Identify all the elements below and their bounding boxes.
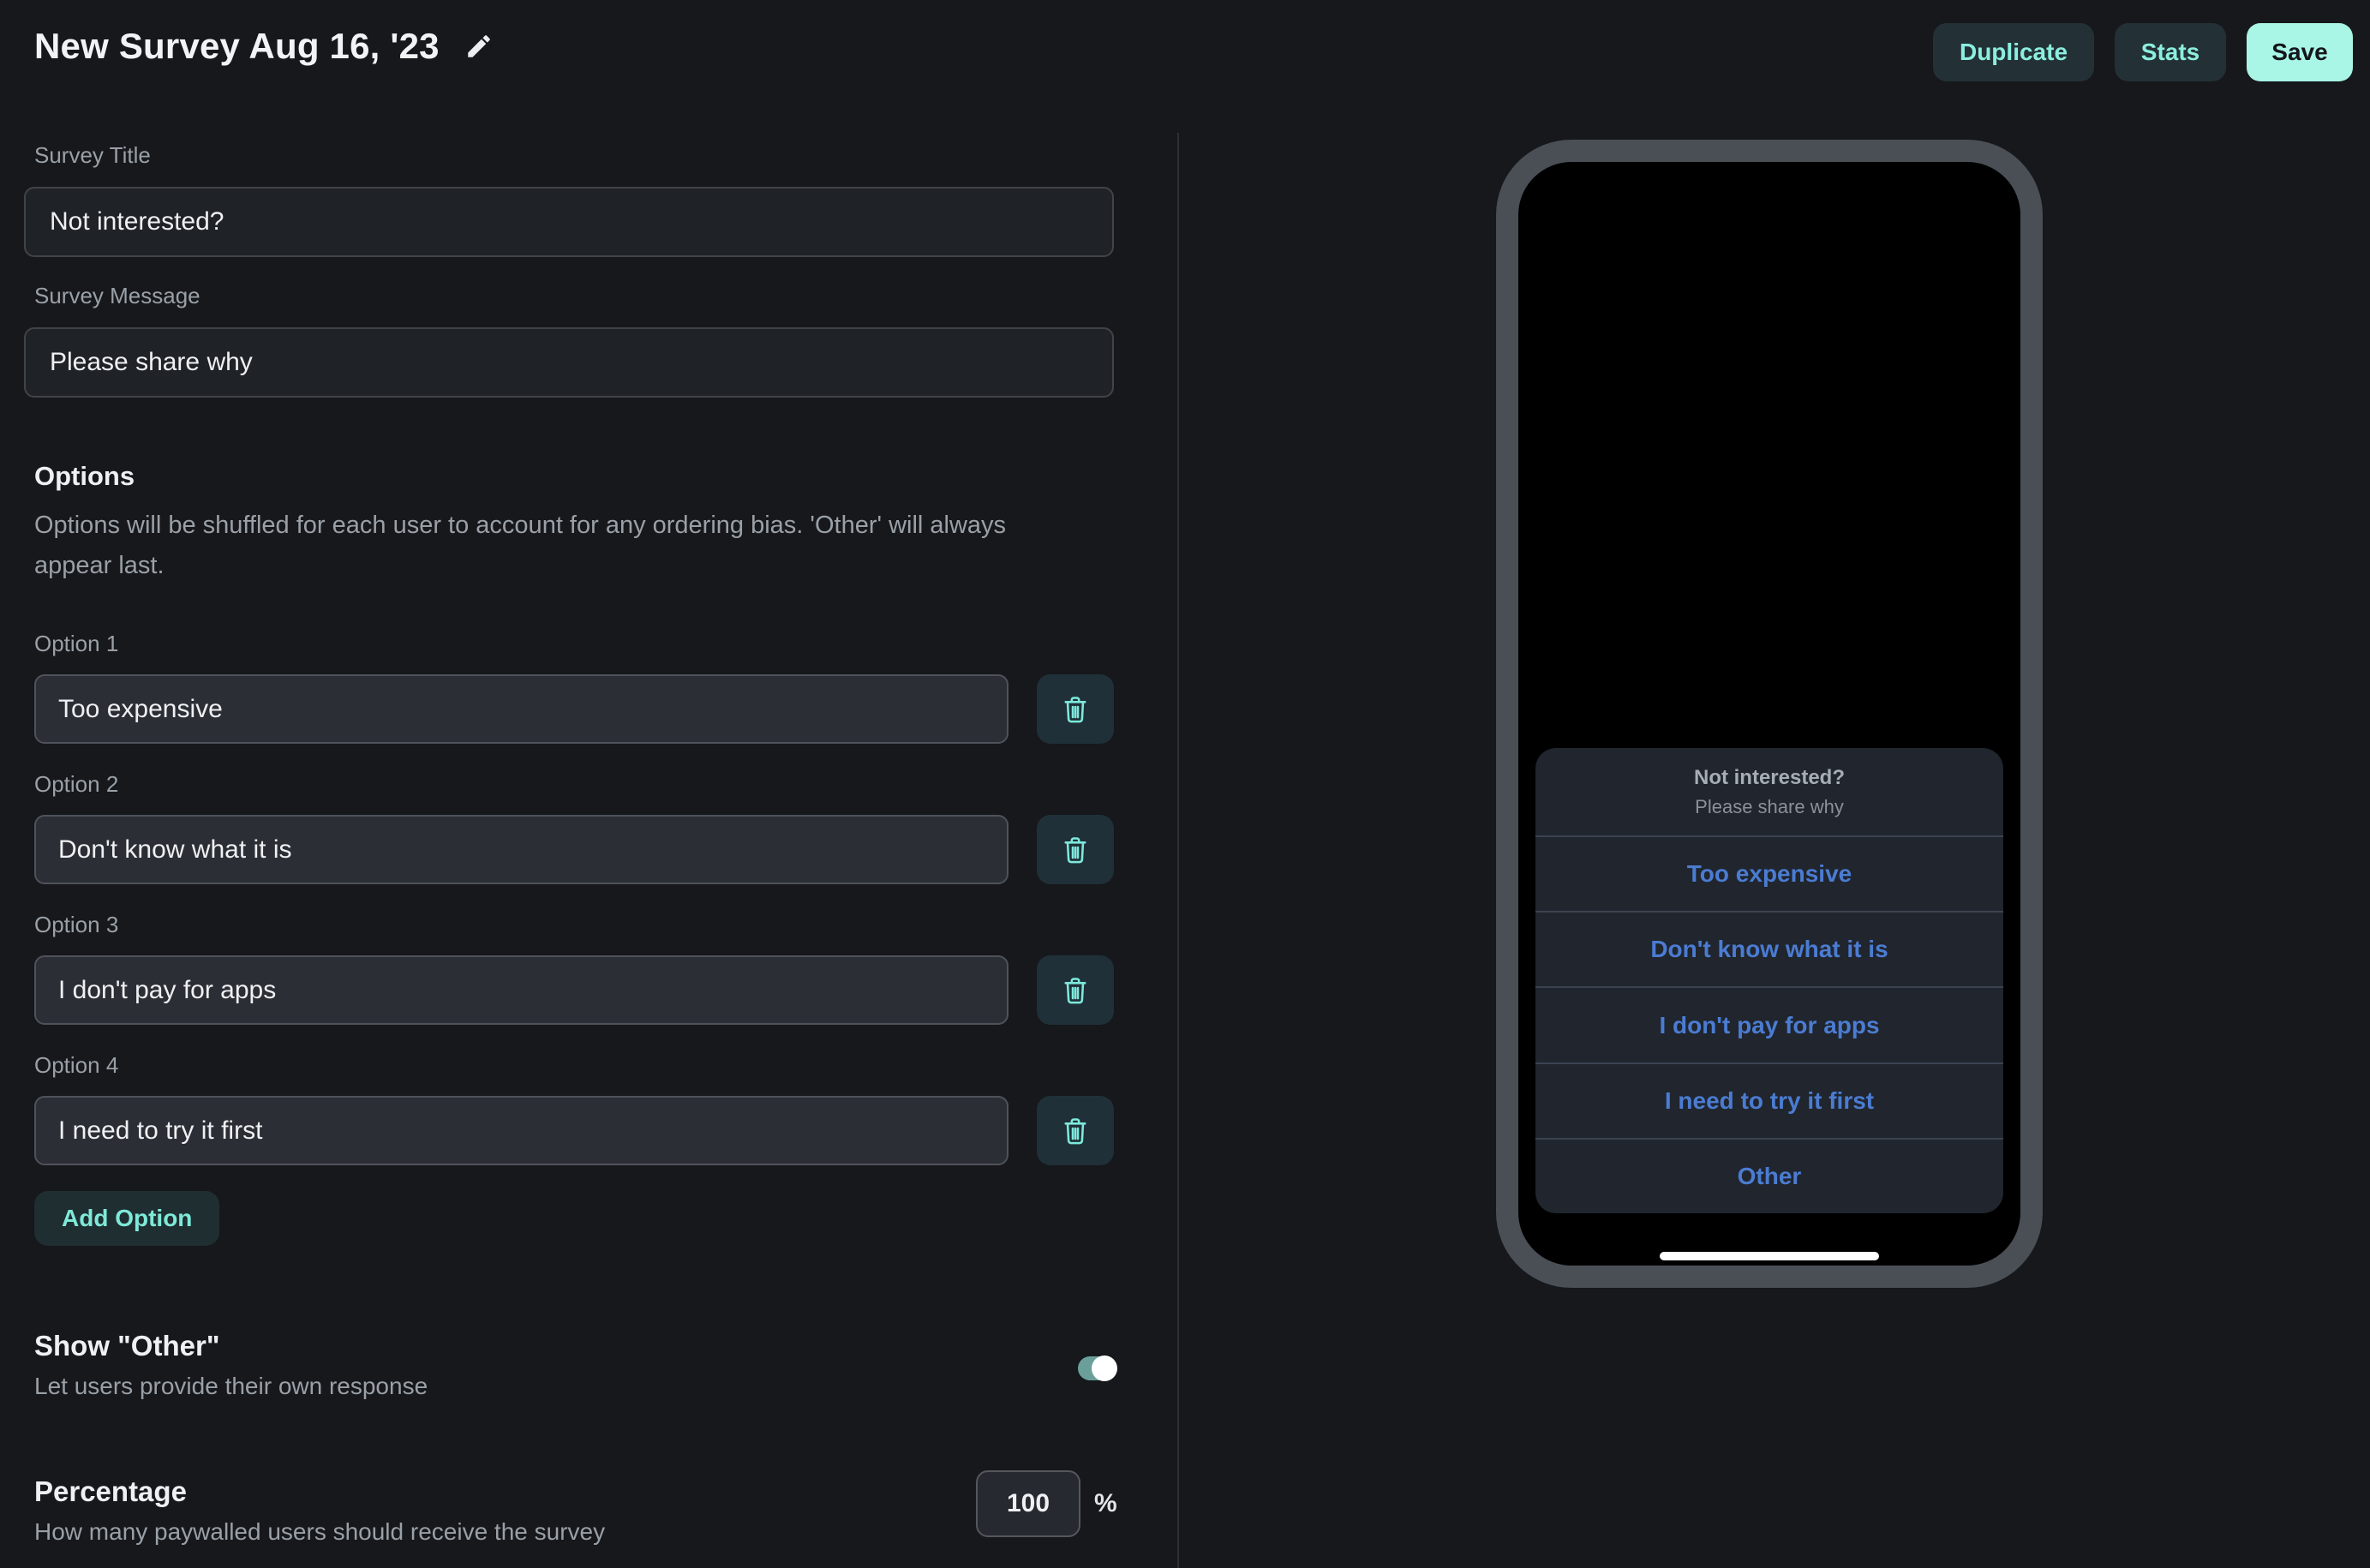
survey-editor-page: New Survey Aug 16, '23 Duplicate Stats S…: [0, 0, 2370, 1568]
survey-message-label: Survey Message: [34, 283, 200, 309]
preview-card-title: Not interested?: [1694, 766, 1845, 790]
preview-option-row: I need to try it first: [1535, 1062, 2003, 1138]
trash-icon: [1060, 1114, 1091, 1148]
show-other-heading: Show "Other": [34, 1330, 219, 1362]
option-label: Option 3: [34, 912, 118, 938]
options-description: Options will be shuffled for each user t…: [34, 506, 1075, 586]
survey-title-label: Survey Title: [34, 142, 151, 169]
header: New Survey Aug 16, '23: [34, 26, 496, 67]
percentage-input[interactable]: [976, 1470, 1080, 1537]
preview-option-row: Don't know what it is: [1535, 911, 2003, 986]
delete-option-button[interactable]: [1037, 674, 1114, 744]
add-option-button[interactable]: Add Option: [34, 1191, 219, 1246]
preview-option-row: Other: [1535, 1138, 2003, 1213]
page-title: New Survey Aug 16, '23: [34, 26, 440, 67]
trash-icon: [1060, 833, 1091, 867]
delete-option-button[interactable]: [1037, 1096, 1114, 1165]
panel-divider: [1177, 133, 1179, 1568]
preview-option-row: I don't pay for apps: [1535, 986, 2003, 1062]
home-indicator: [1660, 1252, 1879, 1260]
preview-card-message: Please share why: [1695, 796, 1844, 818]
option-input[interactable]: [34, 955, 1008, 1025]
edit-title-button[interactable]: [462, 29, 496, 63]
survey-title-input[interactable]: [24, 187, 1114, 257]
percentage-subtitle: How many paywalled users should receive …: [34, 1518, 605, 1546]
option-label: Option 1: [34, 631, 118, 657]
delete-option-button[interactable]: [1037, 815, 1114, 884]
duplicate-button[interactable]: Duplicate: [1933, 23, 2094, 81]
pencil-icon: [464, 32, 494, 61]
preview-option-row: Too expensive: [1535, 835, 2003, 911]
save-button[interactable]: Save: [2247, 23, 2353, 81]
preview-card-header: Not interested? Please share why: [1535, 748, 2003, 835]
show-other-toggle[interactable]: [1078, 1356, 1116, 1380]
show-other-subtitle: Let users provide their own response: [34, 1373, 428, 1400]
option-input[interactable]: [34, 674, 1008, 744]
trash-icon: [1060, 973, 1091, 1008]
percent-sign: %: [1094, 1470, 1117, 1537]
option-label: Option 2: [34, 771, 118, 798]
phone-preview: Not interested? Please share why Too exp…: [1496, 140, 2043, 1288]
toggle-knob: [1092, 1356, 1117, 1381]
percentage-heading: Percentage: [34, 1475, 187, 1508]
stats-button[interactable]: Stats: [2115, 23, 2226, 81]
trash-icon: [1060, 692, 1091, 727]
header-actions: Duplicate Stats Save: [1933, 23, 2353, 81]
options-heading: Options: [34, 461, 135, 492]
option-input[interactable]: [34, 815, 1008, 884]
delete-option-button[interactable]: [1037, 955, 1114, 1025]
option-input[interactable]: [34, 1096, 1008, 1165]
option-label: Option 4: [34, 1052, 118, 1079]
survey-preview-card: Not interested? Please share why Too exp…: [1535, 748, 2003, 1213]
survey-message-input[interactable]: [24, 327, 1114, 398]
